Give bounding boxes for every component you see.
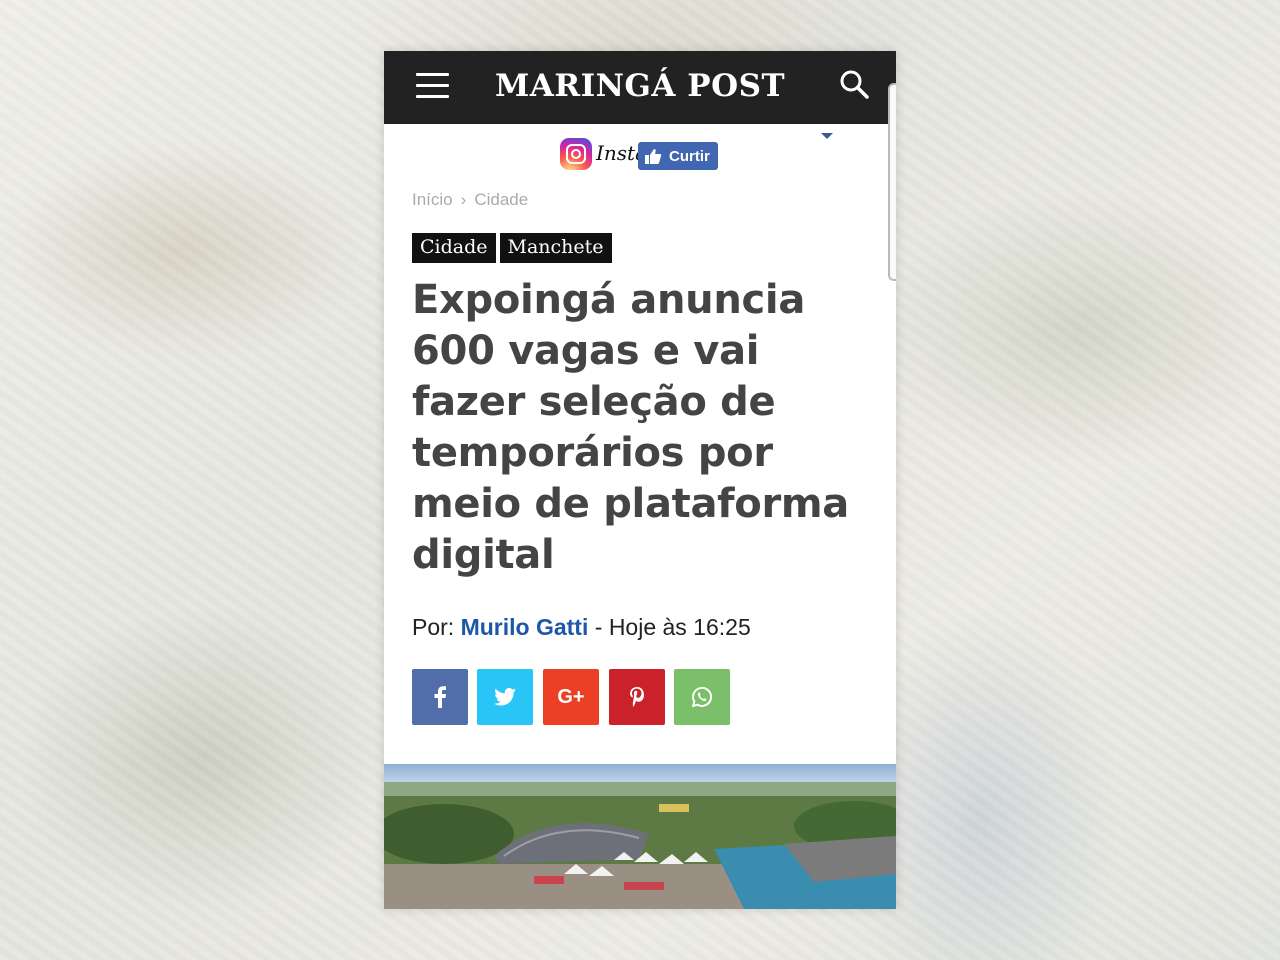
google-plus-share-button[interactable]: G+ [543,669,599,725]
pinterest-share-button[interactable] [609,669,665,725]
tag-manchete[interactable]: Manchete [499,233,612,263]
mobile-viewport: MARINGÁ POST Insta Curtir Início › Cidade … [384,51,896,909]
article-byline: Por: Murilo Gatti - Hoje às 16:25 [412,614,751,641]
breadcrumb: Início › Cidade [412,190,528,210]
breadcrumb-current[interactable]: Cidade [474,190,528,209]
social-strip: Insta Curtir [560,137,740,173]
breadcrumb-home[interactable]: Início [412,190,453,209]
twitter-icon [494,688,516,706]
aerial-fairground-photo [384,764,896,909]
byline-separator: - [588,614,609,640]
thumbs-up-icon [645,149,662,164]
search-icon[interactable] [838,68,872,102]
author-link[interactable]: Murilo Gatti [461,614,589,640]
top-navbar: MARINGÁ POST [384,51,896,124]
category-tags: Cidade Manchete [412,233,616,263]
instagram-icon[interactable] [560,138,592,170]
twitter-share-button[interactable] [477,669,533,725]
article-date: Hoje às 16:25 [608,614,751,640]
whatsapp-share-button[interactable] [674,669,730,725]
like-label: Curtir [669,148,710,165]
scrollbar[interactable] [888,83,896,281]
chevron-down-icon[interactable] [821,133,833,139]
pinterest-icon [630,687,644,707]
google-plus-icon: G+ [557,685,585,708]
article-featured-image[interactable] [384,764,896,909]
facebook-share-button[interactable] [412,669,468,725]
facebook-like-button[interactable]: Curtir [638,142,718,170]
tag-cidade[interactable]: Cidade [412,233,496,263]
breadcrumb-separator: › [460,190,467,209]
facebook-icon [434,686,446,708]
whatsapp-icon [692,686,713,707]
byline-prefix: Por: [412,614,455,640]
article-title: Expoingá anuncia 600 vagas e vai fazer s… [412,277,849,578]
site-logo[interactable]: MARINGÁ POST [384,68,896,104]
